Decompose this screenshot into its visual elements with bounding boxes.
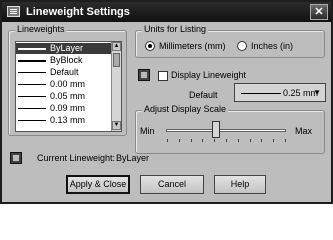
lineweight-item-label: ByLayer	[50, 43, 84, 53]
lineweights-group: Lineweights ByLayer ByBlock Default 0.00 mm…	[8, 24, 127, 136]
lineweight-item[interactable]: 0.00 mm	[16, 79, 112, 90]
display-lineweight-checkbox[interactable]	[158, 71, 168, 81]
lineweight-item[interactable]: 0.09 mm	[16, 103, 112, 114]
radio-millimeters-label: Millimeters (mm)	[159, 41, 226, 51]
line-sample	[18, 96, 46, 97]
lineweight-item-label: 0.09 mm	[50, 103, 86, 113]
lineweight-item-label: 0.13 mm	[50, 115, 86, 125]
slider-tick	[190, 139, 192, 142]
lineweights-list[interactable]: ByLayer ByBlock Default 0.00 mm 0.05 mm 0.09 …	[15, 41, 122, 132]
slider-tick	[226, 139, 227, 142]
slider-tick	[249, 139, 251, 142]
scroll-up-icon[interactable]: ▲	[112, 42, 121, 51]
scale-min-label: Min	[140, 126, 155, 136]
lineweight-item[interactable]: Default	[16, 67, 112, 78]
current-lineweight-value: ByLayer	[116, 153, 150, 163]
current-lineweight-label: Current Lineweight:	[37, 153, 116, 163]
lineweight-icon	[7, 6, 20, 17]
scale-slider-track[interactable]	[166, 129, 286, 132]
lineweights-legend: Lineweights	[15, 24, 67, 34]
line-sample	[18, 72, 46, 73]
close-button[interactable]: ✕	[310, 4, 328, 20]
units-legend: Units for Listing	[142, 24, 209, 34]
lineweight-item[interactable]: ByLayer	[16, 43, 112, 54]
units-group: Units for Listing Millimeters (mm) Inche…	[135, 24, 325, 58]
dialog-title: Lineweight Settings	[26, 6, 130, 18]
lineweights-scrollbar[interactable]: ▲ ▼	[111, 42, 121, 131]
line-sample	[18, 120, 46, 121]
title-bar[interactable]: Lineweight Settings ✕	[2, 2, 331, 22]
scale-slider-thumb[interactable]	[212, 121, 221, 138]
display-lineweight-label: Display Lineweight	[171, 70, 247, 80]
line-sample	[18, 48, 46, 50]
cancel-button[interactable]: Cancel	[140, 175, 204, 194]
default-lineweight-select[interactable]: 0.25 mm ▼	[234, 83, 326, 102]
slider-tick	[237, 139, 239, 142]
lineweight-item-label: 0.00 mm	[50, 79, 86, 89]
scroll-down-icon[interactable]: ▼	[112, 121, 121, 130]
display-lineweight-icon	[138, 69, 150, 81]
line-sample	[241, 93, 281, 94]
lineweight-settings-dialog: Lineweight Settings ✕ Lineweights ByLaye…	[0, 0, 333, 204]
apply-close-button[interactable]: Apply & Close	[66, 175, 130, 194]
slider-tick	[167, 139, 168, 142]
lineweight-item-label: Default	[50, 67, 79, 77]
dropdown-arrow-icon[interactable]: ▼	[313, 88, 321, 97]
line-sample	[18, 60, 46, 62]
scale-max-label: Max	[295, 126, 313, 136]
slider-tick	[202, 139, 204, 142]
line-sample	[18, 84, 46, 85]
radio-inches-label: Inches (in)	[251, 41, 294, 51]
slider-tick	[214, 139, 216, 142]
lineweight-item[interactable]: 0.13 mm	[16, 115, 112, 126]
slider-tick	[273, 139, 275, 142]
scrollbar-thumb[interactable]	[113, 53, 120, 67]
lineweight-item-label: ByBlock	[50, 55, 83, 65]
help-button[interactable]: Help	[214, 175, 266, 194]
slider-tick	[285, 139, 286, 142]
display-scale-legend: Adjust Display Scale	[142, 104, 229, 114]
current-lineweight-icon	[10, 152, 22, 164]
lineweight-item-label: 0.05 mm	[50, 91, 86, 101]
default-label: Default	[189, 90, 218, 100]
radio-button-icon[interactable]	[145, 41, 155, 51]
slider-tick	[178, 139, 180, 142]
lineweight-item[interactable]: 0.05 mm	[16, 91, 112, 102]
radio-button-icon[interactable]	[237, 41, 247, 51]
lineweight-item[interactable]: ByBlock	[16, 55, 112, 66]
slider-tick	[261, 139, 263, 142]
line-sample	[18, 108, 46, 109]
